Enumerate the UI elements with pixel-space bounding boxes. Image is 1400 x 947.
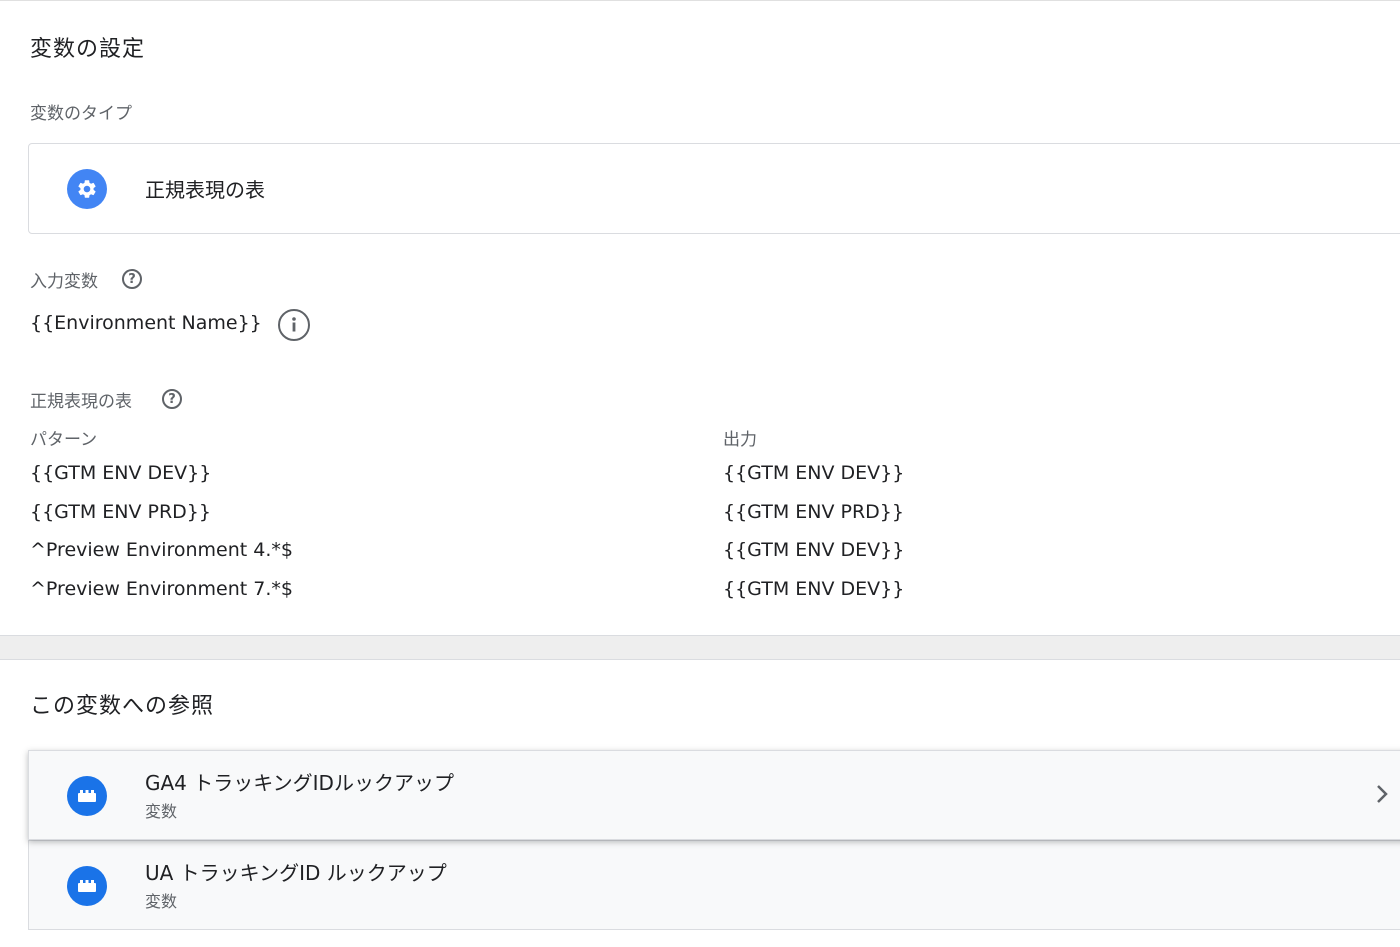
- reference-item[interactable]: GA4 トラッキングIDルックアップ 変数: [28, 750, 1400, 840]
- input-variable-label: 入力変数: [30, 272, 98, 292]
- reference-name: GA4 トラッキングIDルックアップ: [145, 771, 454, 795]
- table-cell-output: {{GTM ENV DEV}}: [723, 578, 905, 600]
- table-cell-pattern: ^Preview Environment 4.*$: [30, 539, 293, 561]
- config-title: 変数の設定: [30, 37, 146, 62]
- reference-name: UA トラッキングID ルックアップ: [145, 861, 447, 885]
- variable-config-panel: 変数の設定 変数のタイプ 正規表現の表 入力変数 ? {{Environment…: [0, 0, 1400, 635]
- regex-table-label: 正規表現の表: [30, 392, 132, 412]
- chevron-right-icon: [1375, 783, 1389, 809]
- references-title: この変数への参照: [30, 694, 215, 719]
- input-variable-value: {{Environment Name}}: [30, 312, 262, 334]
- reference-item[interactable]: UA トラッキングID ルックアップ 変数: [28, 840, 1400, 930]
- table-cell-output: {{GTM ENV DEV}}: [723, 539, 905, 561]
- section-divider: [0, 635, 1400, 660]
- table-cell-output: {{GTM ENV PRD}}: [723, 501, 904, 523]
- references-panel: この変数への参照 GA4 トラッキングIDルックアップ 変数 UA トラッキング…: [0, 660, 1400, 947]
- help-icon[interactable]: ?: [122, 269, 142, 289]
- variable-type-label: 変数のタイプ: [30, 104, 132, 124]
- table-cell-pattern: {{GTM ENV PRD}}: [30, 501, 211, 523]
- help-icon[interactable]: ?: [162, 389, 182, 409]
- reference-type: 変数: [145, 802, 178, 821]
- gear-icon: [67, 169, 107, 209]
- table-cell-pattern: {{GTM ENV DEV}}: [30, 462, 212, 484]
- info-icon[interactable]: [278, 309, 310, 341]
- table-cell-pattern: ^Preview Environment 7.*$: [30, 578, 293, 600]
- variable-type-card[interactable]: 正規表現の表: [28, 143, 1400, 234]
- variable-type-value: 正規表現の表: [145, 178, 265, 202]
- table-header-output: 出力: [723, 430, 757, 450]
- variable-block-icon: [67, 776, 107, 816]
- variable-block-icon: [67, 866, 107, 906]
- table-cell-output: {{GTM ENV DEV}}: [723, 462, 905, 484]
- table-header-pattern: パターン: [30, 430, 98, 450]
- reference-type: 変数: [145, 892, 178, 911]
